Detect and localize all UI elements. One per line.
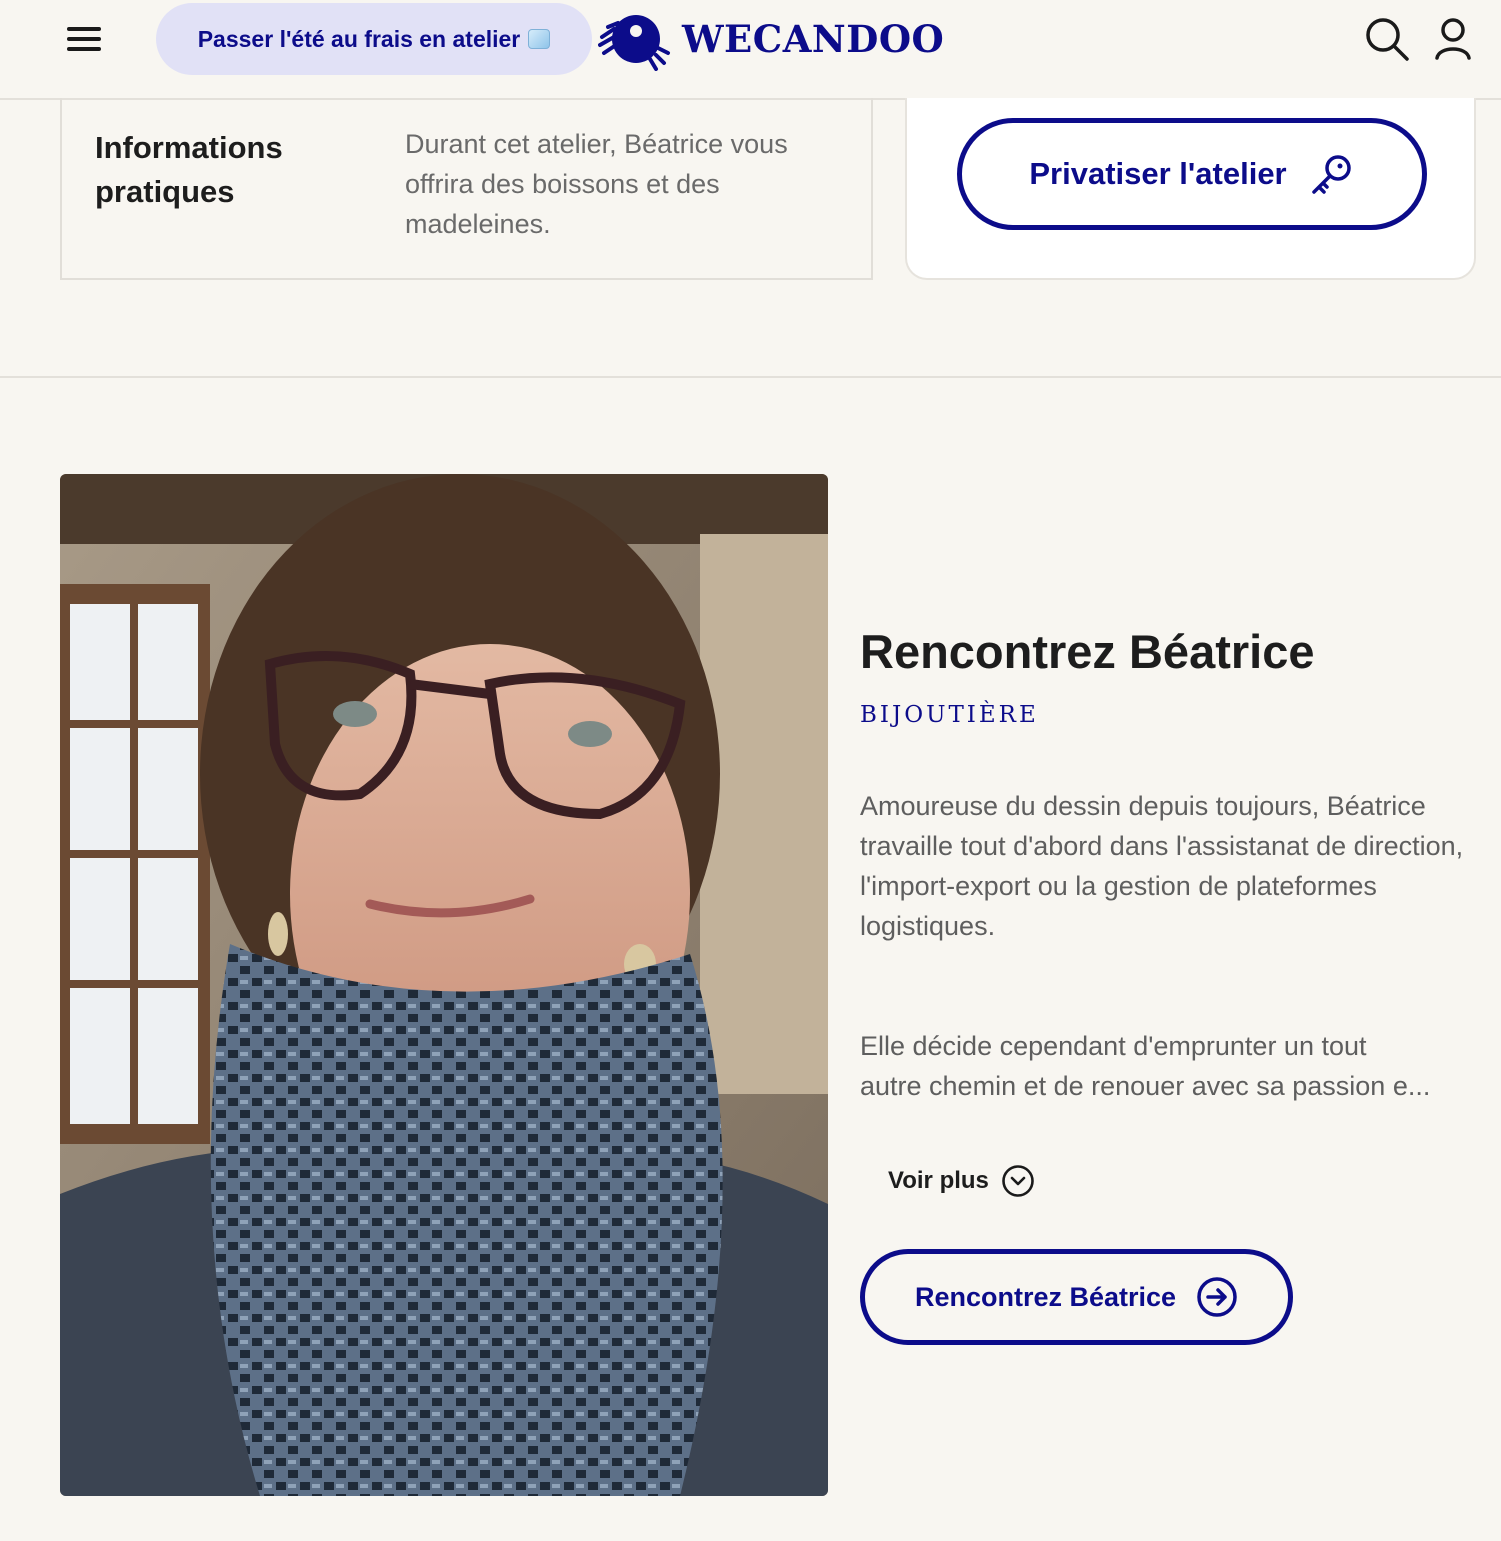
key-icon bbox=[1311, 155, 1351, 194]
bio-paragraph-2-line-1: Elle décide cependant d'emprunter un tou… bbox=[860, 1031, 1367, 1061]
search-icon[interactable] bbox=[1364, 16, 1410, 62]
artisan-bio-paragraph-2: Elle décide cependant d'emprunter un tou… bbox=[860, 1026, 1475, 1106]
wecandoo-logo[interactable]: WECANDOO bbox=[598, 6, 944, 72]
artisan-name-heading: Rencontrez Béatrice bbox=[860, 625, 1315, 678]
voir-plus-toggle[interactable]: Voir plus bbox=[888, 1163, 1035, 1199]
hamburger-menu-icon[interactable] bbox=[66, 24, 102, 54]
promo-label: Passer l'été au frais en atelier bbox=[197, 25, 521, 52]
logo-mark-icon bbox=[598, 15, 670, 71]
privatize-workshop-button[interactable]: Privatiser l'atelier bbox=[957, 118, 1427, 230]
section-divider bbox=[0, 376, 1501, 378]
arrow-right-circle-icon bbox=[1197, 1277, 1237, 1317]
artisan-bio-paragraph-1: Amoureuse du dessin depuis toujours, Béa… bbox=[860, 791, 1464, 941]
practical-info-title: Informations pratiques bbox=[95, 130, 283, 209]
bio-paragraph-2-line-2: autre chemin et de renouer avec sa passi… bbox=[860, 1071, 1431, 1101]
user-icon[interactable] bbox=[1430, 16, 1476, 62]
practical-info-box: Informations pratiques Durant cet atelie… bbox=[60, 98, 873, 280]
promo-banner-button[interactable]: Passer l'été au frais en atelier bbox=[156, 3, 592, 75]
artisan-portrait-photo bbox=[60, 474, 828, 1496]
site-header: Passer l'été au frais en atelier WECANDO… bbox=[0, 0, 1501, 100]
voir-plus-label: Voir plus bbox=[888, 1167, 989, 1194]
logo-text: WECANDOO bbox=[682, 17, 945, 61]
meet-artisan-button[interactable]: Rencontrez Béatrice bbox=[860, 1249, 1293, 1345]
chevron-down-circle-icon bbox=[1002, 1165, 1034, 1197]
privatize-button-label: Privatiser l'atelier bbox=[1029, 156, 1287, 191]
meet-button-label: Rencontrez Béatrice bbox=[914, 1281, 1177, 1312]
practical-info-text: Durant cet atelier, Béatrice vous offrir… bbox=[405, 129, 788, 239]
ice-cube-icon bbox=[528, 29, 551, 49]
privatize-card: Privatiser l'atelier bbox=[905, 98, 1476, 280]
artisan-role: BIJOUTIÈRE bbox=[860, 702, 1039, 728]
